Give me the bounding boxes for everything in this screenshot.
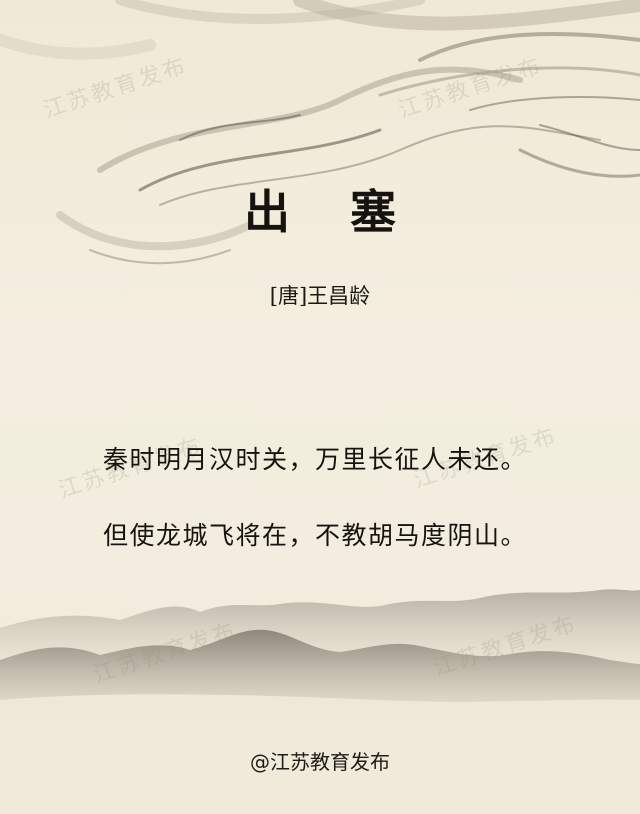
poem-poster: 江苏教育发布 江苏教育发布 江苏教育发布 江苏教育发布 江苏教育发布 江苏教育发…	[0, 0, 640, 814]
poem-line: 但使龙城飞将在，不教胡马度阴山。	[103, 521, 528, 550]
poem-line: 秦时明月汉时关，万里长征人未还。	[103, 445, 528, 474]
ink-wash-background	[0, 0, 640, 814]
publisher-credit: @江苏教育发布	[250, 750, 390, 774]
poem-author: [唐]王昌龄	[269, 284, 371, 308]
poem-body: 秦时明月汉时关，万里长征人未还。 但使龙城飞将在，不教胡马度阴山。	[103, 422, 583, 574]
poem-title: 出 塞	[243, 185, 418, 239]
